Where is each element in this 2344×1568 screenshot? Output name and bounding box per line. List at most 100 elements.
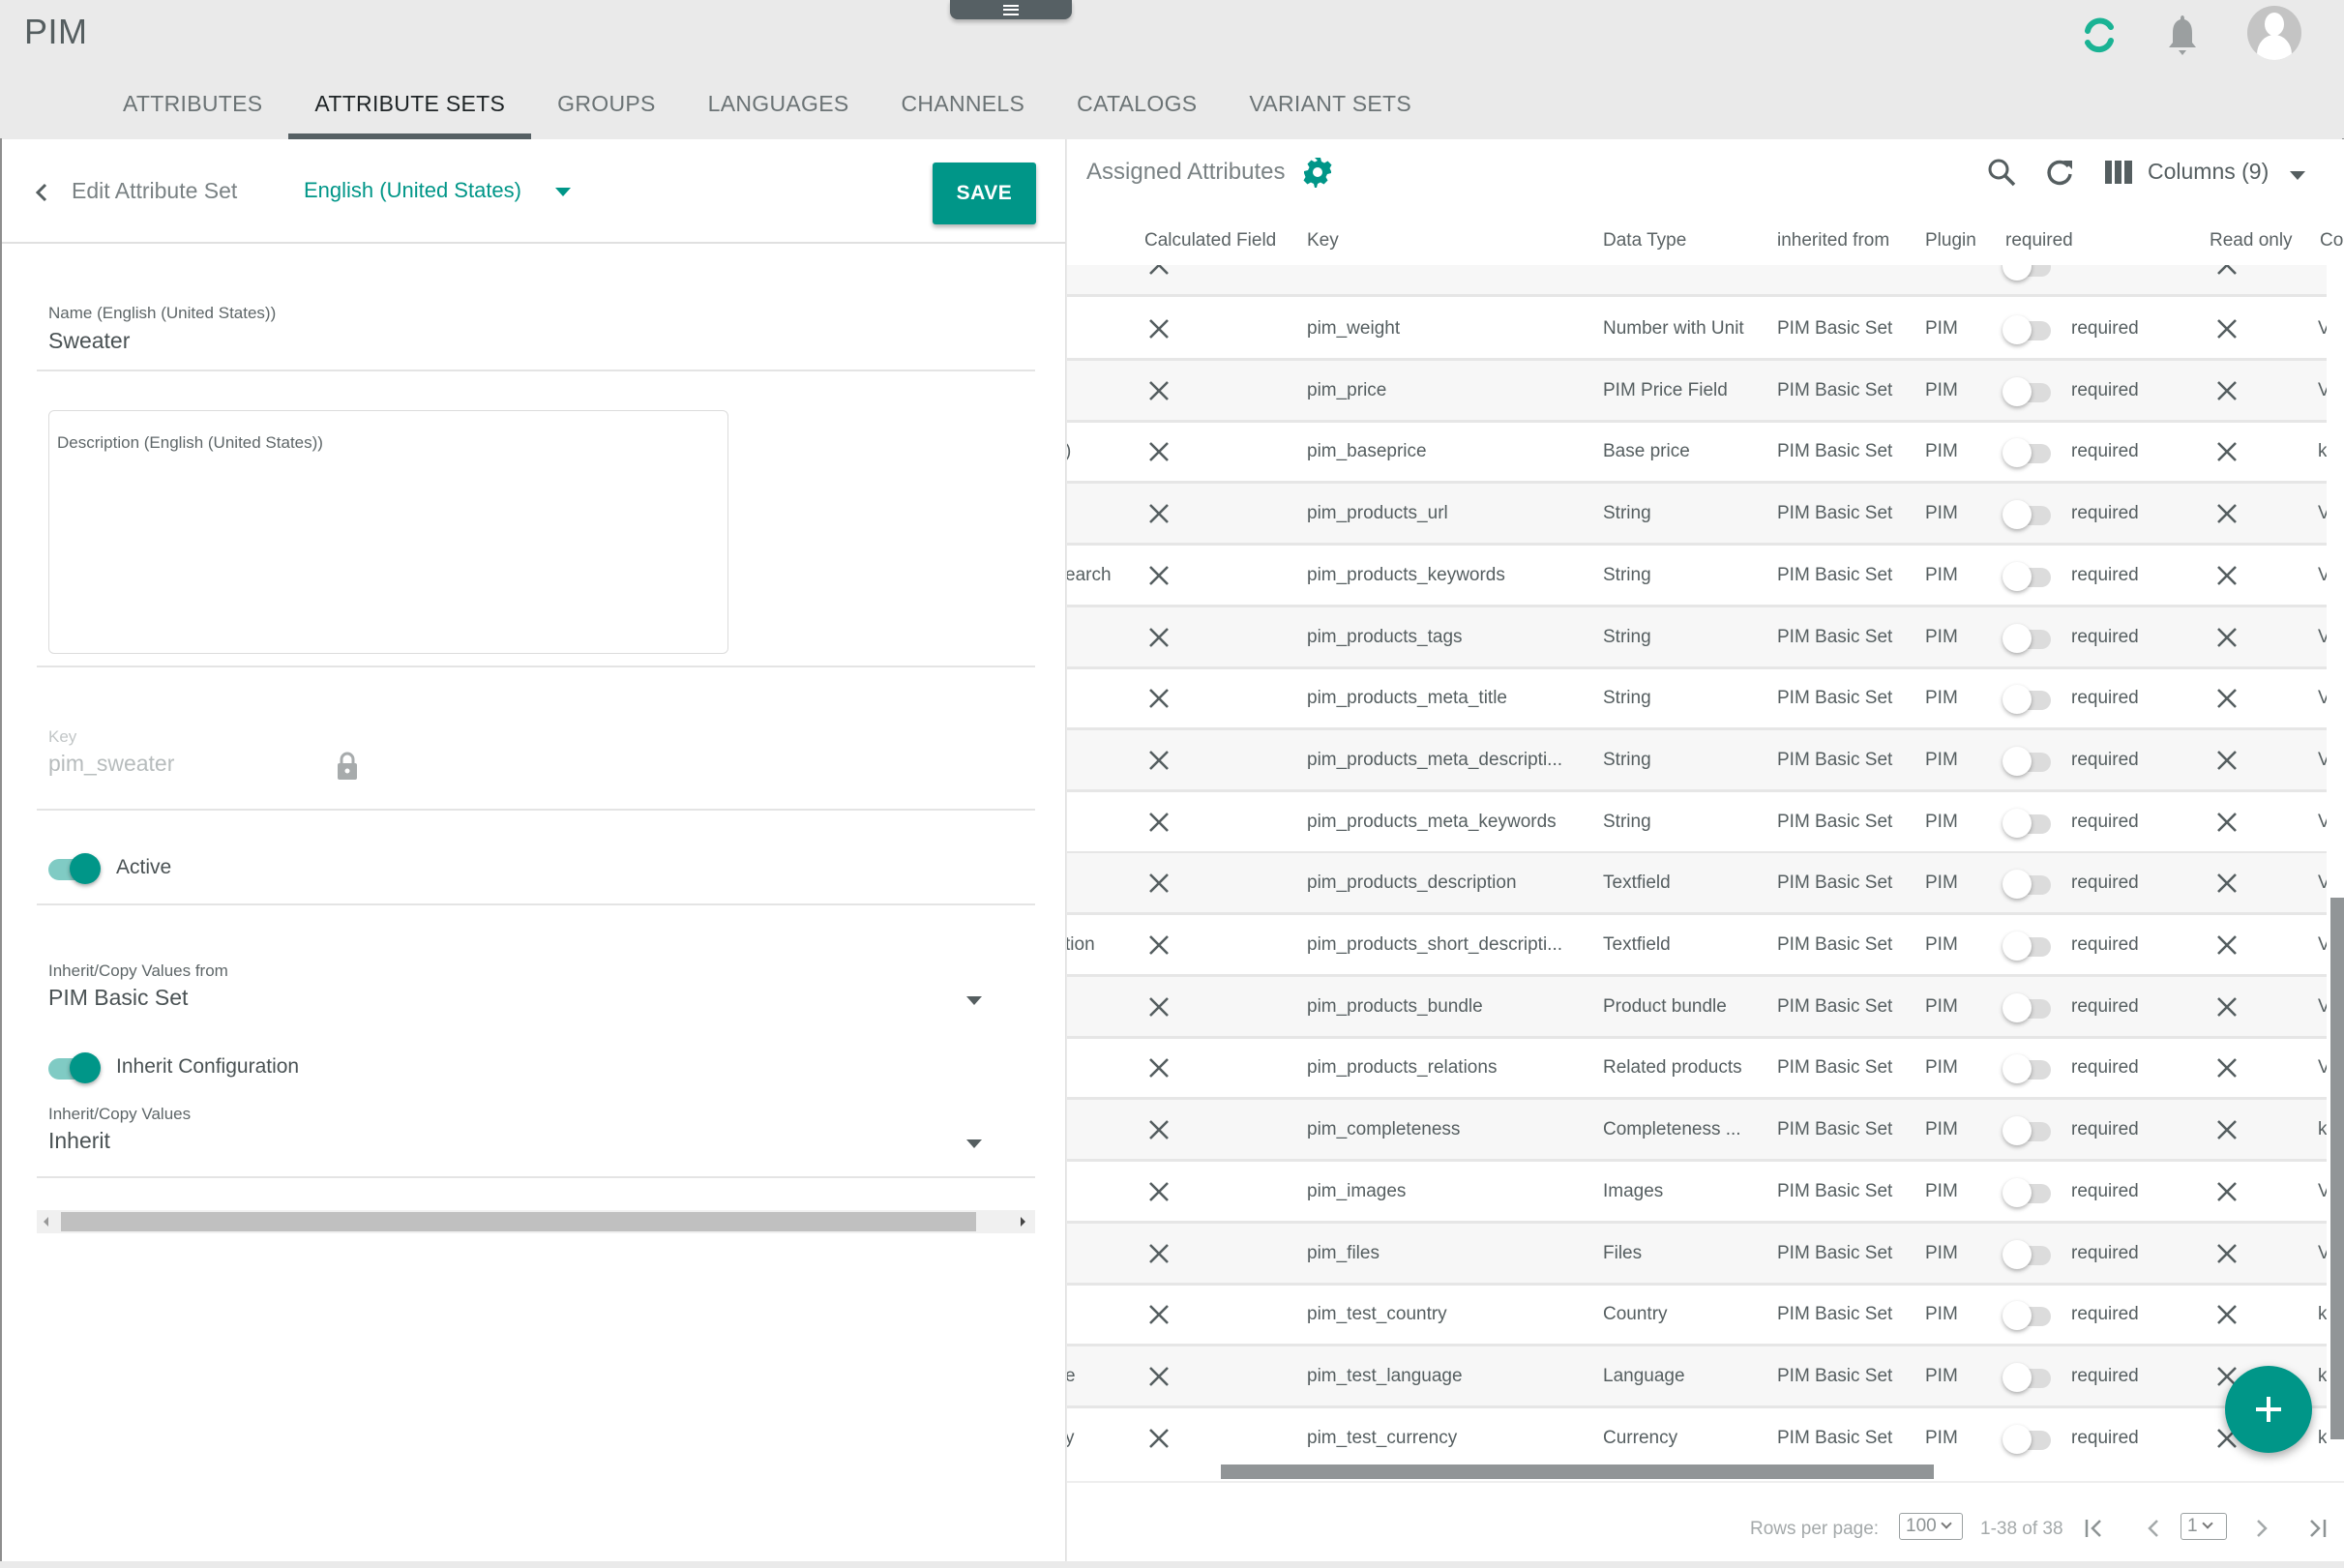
column-header-data-type[interactable]: Data Type — [1603, 230, 1686, 251]
table-row[interactable]: pim_products_relations Related products PI… — [1067, 1038, 2327, 1101]
required-toggle[interactable] — [2003, 807, 2057, 840]
scrollbar-thumb[interactable] — [61, 1212, 976, 1231]
table-row[interactable]: pim_products_tags String PIM Basic Set PIM r… — [1067, 606, 2327, 669]
table-row[interactable]: pim_products_meta_descripti... String PIM … — [1067, 729, 2327, 792]
column-header-required[interactable]: required — [2005, 230, 2073, 251]
page-select[interactable]: 1 — [2181, 1513, 2227, 1540]
column-header-plugin[interactable]: Plugin — [1925, 230, 1976, 251]
language-select[interactable]: English (United States) — [304, 178, 521, 203]
avatar[interactable] — [2247, 6, 2301, 60]
required-toggle[interactable] — [2003, 1052, 2057, 1085]
tab-attribute-sets[interactable]: ATTRIBUTE SETS — [288, 81, 531, 139]
required-toggle[interactable] — [2003, 436, 2057, 469]
scroll-right-icon[interactable] — [1021, 1217, 1025, 1227]
chevron-down-icon[interactable] — [966, 996, 982, 1005]
required-toggle[interactable] — [2003, 264, 2057, 282]
column-header-calculated-field[interactable]: Calculated Field — [1144, 230, 1276, 251]
inherit-from-select[interactable]: Inherit/Copy Values from PIM Basic Set — [37, 952, 1035, 1029]
required-toggle[interactable] — [2003, 1114, 2057, 1147]
read-only-false-icon — [2215, 1242, 2239, 1265]
table-row[interactable]: tion pim_products_short_descripti... Textf… — [1067, 915, 2327, 977]
required-toggle[interactable] — [2003, 991, 2057, 1024]
tab-groups[interactable]: GROUPS — [531, 81, 681, 139]
inherit-configuration-toggle[interactable] — [48, 1050, 103, 1085]
required-toggle[interactable] — [2003, 745, 2057, 778]
table-row[interactable] — [1067, 264, 2327, 297]
required-toggle[interactable] — [2003, 683, 2057, 716]
tab-languages[interactable]: LANGUAGES — [682, 81, 875, 139]
tab-catalogs[interactable]: CATALOGS — [1051, 81, 1223, 139]
chevron-down-icon[interactable] — [2290, 171, 2305, 180]
search-icon[interactable] — [1986, 157, 2017, 188]
columns-icon[interactable] — [2105, 161, 2132, 184]
column-header-read-only[interactable]: Read only — [2210, 230, 2293, 251]
columns-menu-button[interactable]: Columns (9) — [2148, 159, 2269, 185]
name-field[interactable]: Name (English (United States)) Sweater — [37, 294, 1035, 371]
table-vertical-scrollbar[interactable] — [2327, 264, 2344, 1462]
table-row[interactable]: pim_test_country Country PIM Basic Set PIM r… — [1067, 1285, 2327, 1347]
required-toggle[interactable] — [2003, 1361, 2057, 1394]
bell-icon[interactable] — [2164, 14, 2201, 56]
inherit-values-select[interactable]: Inherit/Copy Values Inherit — [37, 1105, 1035, 1178]
key-cell: pim_test_currency — [1307, 1427, 1458, 1448]
active-toggle[interactable] — [48, 851, 103, 886]
next-page-icon[interactable] — [2249, 1517, 2272, 1540]
required-toggle[interactable] — [2003, 1423, 2057, 1456]
table-row[interactable]: y pim_test_currency Currency PIM Basic Set P… — [1067, 1408, 2327, 1462]
chevron-down-icon[interactable] — [966, 1139, 982, 1148]
required-toggle[interactable] — [2003, 868, 2057, 901]
table-row[interactable]: e pim_test_language Language PIM Basic Set P… — [1067, 1346, 2327, 1408]
rows-per-page-select[interactable]: 100 — [1899, 1513, 1963, 1540]
table-row[interactable]: pim_price PIM Price Field PIM Basic Set PIM… — [1067, 360, 2327, 423]
column-header-key[interactable]: Key — [1307, 230, 1339, 251]
description-textarea[interactable]: Description (English (United States)) — [48, 410, 728, 654]
table-row[interactable]: pim_weight Number with Unit PIM Basic Set P… — [1067, 299, 2327, 361]
table-row[interactable]: pim_images Images PIM Basic Set PIM required… — [1067, 1162, 2327, 1224]
table-row[interactable]: pim_products_meta_keywords String PIM Basi… — [1067, 792, 2327, 854]
required-toggle[interactable] — [2003, 622, 2057, 655]
language-caret-icon[interactable] — [555, 188, 571, 196]
gear-icon[interactable] — [1302, 157, 1333, 188]
main-menu-handle[interactable] — [950, 0, 1072, 19]
required-toggle[interactable] — [2003, 930, 2057, 962]
scroll-left-icon[interactable] — [44, 1217, 48, 1227]
required-toggle[interactable] — [2003, 1238, 2057, 1271]
table-row[interactable]: pim_products_description Textfield PIM Bas… — [1067, 853, 2327, 916]
table-body: pim_weight Number with Unit PIM Basic Set P… — [1067, 264, 2327, 1462]
required-toggle[interactable] — [2003, 498, 2057, 531]
required-toggle[interactable] — [2003, 313, 2057, 346]
tab-attributes[interactable]: ATTRIBUTES — [97, 81, 288, 139]
table-row[interactable]: pim_files Files PIM Basic Set PIM required V — [1067, 1223, 2327, 1286]
sync-icon[interactable] — [2080, 14, 2119, 56]
inherit-from-value[interactable]: PIM Basic Set — [48, 985, 188, 1011]
back-chevron-icon[interactable] — [33, 182, 50, 203]
table-horizontal-scrollbar[interactable] — [1067, 1462, 2344, 1483]
first-page-icon[interactable] — [2083, 1517, 2106, 1540]
tab-channels[interactable]: CHANNELS — [875, 81, 1052, 139]
previous-page-icon[interactable] — [2143, 1517, 2166, 1540]
inherited-from-cell: PIM Basic Set — [1777, 503, 1893, 524]
add-attribute-button[interactable] — [2225, 1366, 2312, 1453]
table-row[interactable]: pim_completeness Completeness ... PIM Basi… — [1067, 1100, 2327, 1163]
inherit-values-value[interactable]: Inherit — [48, 1128, 110, 1154]
table-row[interactable]: pim_products_url String PIM Basic Set PIM re… — [1067, 484, 2327, 547]
table-row[interactable]: pim_products_meta_title String PIM Basic S… — [1067, 668, 2327, 731]
form-horizontal-scrollbar[interactable] — [37, 1210, 1035, 1233]
column-header-inherited-from[interactable]: inherited from — [1777, 230, 1889, 251]
name-field-value[interactable]: Sweater — [48, 328, 130, 354]
scrollbar-thumb[interactable] — [1221, 1464, 1934, 1479]
required-toggle[interactable] — [2003, 1176, 2057, 1209]
table-row[interactable]: earch pim_products_keywords String PIM Basi… — [1067, 546, 2327, 607]
refresh-icon[interactable] — [2044, 157, 2075, 188]
column-header-next[interactable]: Co — [2320, 230, 2343, 251]
required-toggle[interactable] — [2003, 560, 2057, 593]
required-toggle[interactable] — [2003, 1299, 2057, 1332]
read-only-false-icon — [2215, 1056, 2239, 1080]
table-row[interactable]: ) pim_baseprice Base price PIM Basic Set PIM… — [1067, 422, 2327, 485]
required-toggle[interactable] — [2003, 375, 2057, 408]
tab-variant-sets[interactable]: VARIANT SETS — [1223, 81, 1438, 139]
scrollbar-thumb[interactable] — [2330, 898, 2344, 1439]
last-page-icon[interactable] — [2305, 1517, 2329, 1540]
save-button[interactable]: SAVE — [933, 163, 1036, 224]
table-row[interactable]: pim_products_bundle Product bundle PIM Bas… — [1067, 976, 2327, 1039]
